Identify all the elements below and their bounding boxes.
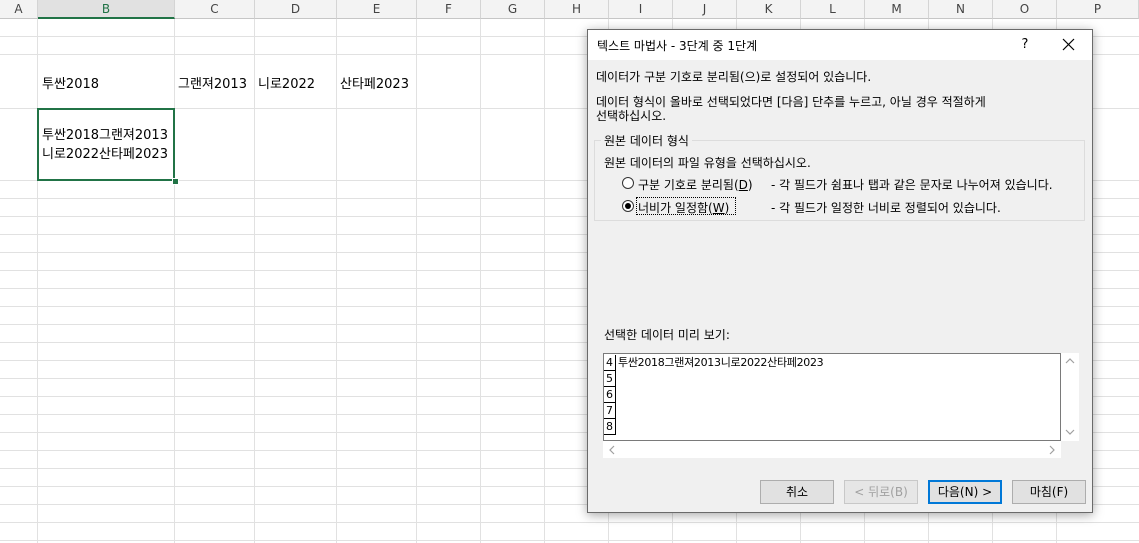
gridline xyxy=(254,19,255,543)
column-header-o[interactable]: O xyxy=(993,0,1057,19)
delimited-description: - 각 필드가 쉼표나 탭과 같은 문자로 나누어져 있습니다. xyxy=(771,178,1053,192)
preview-row: 7 xyxy=(604,403,1044,419)
cell-b-value[interactable]: 투싼2018 xyxy=(42,73,99,92)
column-header-p[interactable]: P xyxy=(1057,0,1139,19)
preview-horizontal-scrollbar[interactable] xyxy=(603,441,1061,458)
column-header-g[interactable]: G xyxy=(481,0,545,19)
preview-row: 8 xyxy=(604,419,1044,435)
radio-selected-dot xyxy=(625,203,631,209)
preview-row: 5 xyxy=(604,371,1044,387)
gridline xyxy=(480,19,481,543)
gridline xyxy=(174,19,175,543)
gridline xyxy=(544,19,545,543)
preview-row-number: 4 xyxy=(604,355,616,371)
help-button[interactable]: ? xyxy=(1013,34,1037,56)
column-header-f[interactable]: F xyxy=(417,0,481,19)
preview-row-number: 7 xyxy=(604,403,616,419)
column-header-l[interactable]: L xyxy=(801,0,865,19)
gridline xyxy=(0,522,1139,523)
delimited-label-text: 구분 기호로 분리됨( xyxy=(638,178,739,192)
active-cell-line2: 니로2022산타페2023 xyxy=(42,147,168,162)
group-label: 원본 데이터 형식 xyxy=(601,132,692,149)
active-cell-line1: 투싼2018그랜져2013 xyxy=(42,128,168,143)
instruction-text-line2: 선택하십시오. xyxy=(596,109,667,123)
active-cell-content: 투싼2018그랜져2013 니로2022산타페2023 xyxy=(42,126,168,164)
preview-row-number: 8 xyxy=(604,419,616,435)
fill-handle[interactable] xyxy=(172,178,179,185)
preview-row: 4 투싼2018그랜져2013니로2022산타페2023 xyxy=(604,355,1044,371)
scroll-down-icon[interactable] xyxy=(1065,429,1075,435)
column-header-k[interactable]: K xyxy=(737,0,801,19)
scroll-left-icon[interactable] xyxy=(609,445,615,455)
scroll-up-icon[interactable] xyxy=(1065,358,1075,364)
delimited-label[interactable]: 구분 기호로 분리됨(D) xyxy=(638,176,753,193)
column-header-n[interactable]: N xyxy=(929,0,993,19)
scroll-right-icon[interactable] xyxy=(1049,445,1055,455)
preview-row-number: 5 xyxy=(604,371,616,387)
cell-e-value[interactable]: 산타페2023 xyxy=(340,73,409,92)
cancel-button[interactable]: 취소 xyxy=(760,480,834,504)
cell-d-value[interactable]: 니로2022 xyxy=(258,73,315,92)
fixed-width-label-text: 너비가 일정함( xyxy=(638,201,713,215)
gridline xyxy=(0,540,1139,541)
fixed-width-label-suffix: ) xyxy=(724,201,730,215)
gridline xyxy=(336,19,337,543)
gridline xyxy=(37,19,38,543)
close-icon xyxy=(1062,38,1075,51)
preview-row-number: 6 xyxy=(604,387,616,403)
column-header-h[interactable]: H xyxy=(545,0,609,19)
column-header-d[interactable]: D xyxy=(255,0,337,19)
data-preview-box[interactable]: 4 투싼2018그랜져2013니로2022산타페2023 5 6 7 8 xyxy=(603,353,1061,441)
column-header-c[interactable]: C xyxy=(175,0,255,19)
delimiter-status-text: 데이터가 구분 기호로 분리됨(으)로 설정되어 있습니다. xyxy=(596,70,872,84)
preview-row: 6 xyxy=(604,387,1044,403)
fixed-width-radio[interactable] xyxy=(622,200,634,212)
group-prompt: 원본 데이터의 파일 유형을 선택하십시오. xyxy=(604,156,811,170)
column-header-b[interactable]: B xyxy=(38,0,175,19)
column-header-i[interactable]: I xyxy=(609,0,673,19)
preview-vertical-scrollbar[interactable] xyxy=(1061,353,1079,441)
preview-row-text: 투싼2018그랜져2013니로2022산타페2023 xyxy=(618,356,824,369)
fixed-width-label[interactable]: 너비가 일정함(W) xyxy=(638,199,729,216)
finish-button[interactable]: 마침(F) xyxy=(1012,480,1086,504)
column-header-m[interactable]: M xyxy=(865,0,929,19)
back-button[interactable]: < 뒤로(B) xyxy=(844,480,918,504)
dialog-titlebar[interactable]: 텍스트 마법사 - 3단계 중 1단계 ? xyxy=(588,30,1092,60)
close-button[interactable] xyxy=(1054,34,1084,56)
fixed-width-accesskey: W xyxy=(712,201,725,215)
dialog-title: 텍스트 마법사 - 3단계 중 1단계 xyxy=(597,39,758,53)
column-header-e[interactable]: E xyxy=(337,0,417,19)
gridline xyxy=(416,19,417,543)
preview-label: 선택한 데이터 미리 보기: xyxy=(604,328,730,342)
cell-c-value[interactable]: 그랜져2013 xyxy=(178,73,247,92)
column-header-a[interactable]: A xyxy=(0,0,38,19)
delimited-accesskey: D xyxy=(738,178,748,192)
next-button[interactable]: 다음(N) > xyxy=(928,480,1002,504)
fixed-width-description: - 각 필드가 일정한 너비로 정렬되어 있습니다. xyxy=(771,201,1001,215)
column-header-j[interactable]: J xyxy=(673,0,737,19)
delimited-label-suffix: ) xyxy=(747,178,753,192)
text-import-wizard-dialog: 텍스트 마법사 - 3단계 중 1단계 ? 데이터가 구분 기호로 분리됨(으)… xyxy=(587,29,1093,513)
delimited-radio[interactable] xyxy=(622,177,634,189)
